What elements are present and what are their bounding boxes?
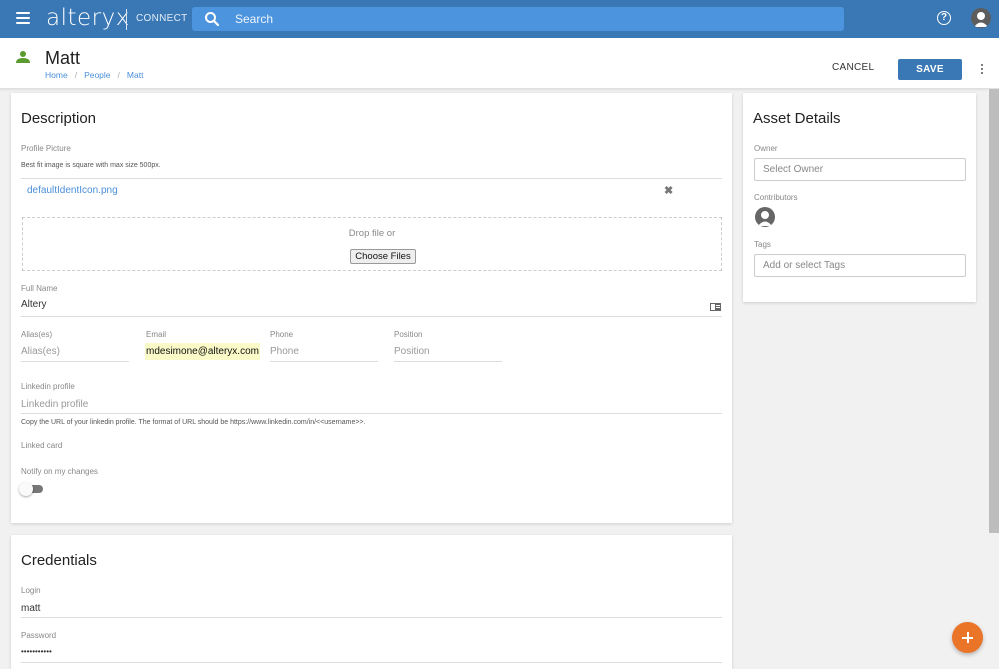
more-options-icon[interactable] [980, 64, 984, 76]
linkedin-help: Copy the URL of your linkedin profile. T… [21, 419, 366, 426]
password-value: ••••••••••• [21, 647, 52, 656]
file-dropzone[interactable]: Drop file or Choose Files [22, 217, 722, 271]
tags-label: Tags [754, 240, 771, 249]
full-name-field[interactable]: Altery [21, 299, 722, 317]
email-value: mdesimone@alteryx.com [145, 343, 260, 360]
breadcrumb-current[interactable]: Matt [127, 70, 144, 80]
linkedin-label: Linkedin profile [21, 382, 75, 391]
page-title: Matt [45, 48, 81, 68]
description-title: Description [21, 110, 97, 127]
aliases-input[interactable]: Alias(es) [21, 346, 129, 362]
phone-placeholder: Phone [270, 346, 299, 357]
email-label: Email [146, 330, 167, 339]
person-icon [16, 51, 30, 63]
aliases-placeholder: Alias(es) [21, 346, 60, 357]
search-icon [205, 12, 220, 27]
asset-details-title: Asset Details [753, 110, 841, 127]
cancel-button[interactable]: CANCEL [832, 62, 874, 73]
login-value: matt [21, 603, 41, 614]
page-header: Matt Home / People / Matt CANCEL SAVE [0, 38, 999, 89]
login-label: Login [21, 586, 41, 595]
breadcrumb-separator: / [117, 70, 120, 80]
menu-icon[interactable] [16, 12, 30, 24]
profile-picture-help: Best fit image is square with max size 5… [21, 162, 161, 169]
product-name: CONNECT [136, 13, 188, 24]
aliases-label: Alias(es) [21, 330, 53, 339]
asset-details-card: Asset Details Owner Select Owner Contrib… [743, 93, 976, 302]
notify-label: Notify on my changes [21, 467, 98, 476]
phone-label: Phone [270, 330, 294, 339]
save-button[interactable]: SAVE [898, 59, 962, 80]
breadcrumb: Home / People / Matt [45, 70, 143, 80]
choose-files-button[interactable]: Choose Files [350, 249, 416, 264]
owner-label: Owner [754, 144, 778, 153]
owner-select[interactable]: Select Owner [754, 158, 966, 181]
breadcrumb-home[interactable]: Home [45, 70, 68, 80]
description-card: Description Profile Picture Best fit ima… [11, 93, 732, 523]
position-placeholder: Position [394, 346, 430, 357]
user-avatar[interactable] [971, 8, 991, 28]
help-icon[interactable]: ? [937, 11, 951, 25]
divider [21, 178, 722, 179]
full-name-value: Altery [21, 299, 47, 310]
full-name-label: Full Name [21, 284, 58, 293]
breadcrumb-people[interactable]: People [84, 70, 110, 80]
notify-toggle[interactable] [19, 482, 43, 496]
linkedin-placeholder: Linkedin profile [21, 399, 89, 410]
logo[interactable]: alteryx [46, 5, 130, 31]
login-input[interactable]: matt [21, 603, 722, 618]
phone-input[interactable]: Phone [270, 346, 378, 362]
add-fab-button[interactable] [952, 622, 983, 653]
password-input[interactable]: ••••••••••• [21, 647, 722, 663]
email-input[interactable]: mdesimone@alteryx.com [145, 343, 260, 362]
contributor-avatar[interactable] [755, 207, 775, 227]
tags-select[interactable]: Add or select Tags [754, 254, 966, 277]
password-label: Password [21, 631, 57, 640]
drop-text: Drop file or [348, 228, 396, 239]
page-scrollbar[interactable] [988, 89, 999, 669]
contributors-label: Contributors [754, 193, 798, 202]
contact-card-icon[interactable] [710, 303, 721, 311]
user-icon [974, 12, 988, 27]
position-input[interactable]: Position [394, 346, 502, 362]
linkedin-input[interactable]: Linkedin profile [21, 399, 722, 414]
credentials-title: Credentials [21, 552, 97, 569]
position-label: Position [394, 330, 423, 339]
logo-divider [126, 9, 127, 30]
user-icon [758, 211, 772, 226]
remove-file-icon[interactable]: ✖ [664, 184, 673, 197]
linked-card-label: Linked card [21, 441, 63, 450]
search-placeholder: Search [235, 12, 274, 26]
profile-file-link[interactable]: defaultIdentIcon.png [27, 185, 118, 196]
credentials-card: Credentials Login matt Password ••••••••… [11, 535, 732, 669]
breadcrumb-separator: / [74, 70, 78, 80]
top-nav-bar: alteryx CONNECT Search ? [0, 0, 999, 38]
scrollbar-thumb[interactable] [989, 89, 999, 533]
profile-picture-label: Profile Picture [21, 144, 71, 153]
search-input[interactable]: Search [192, 7, 844, 31]
